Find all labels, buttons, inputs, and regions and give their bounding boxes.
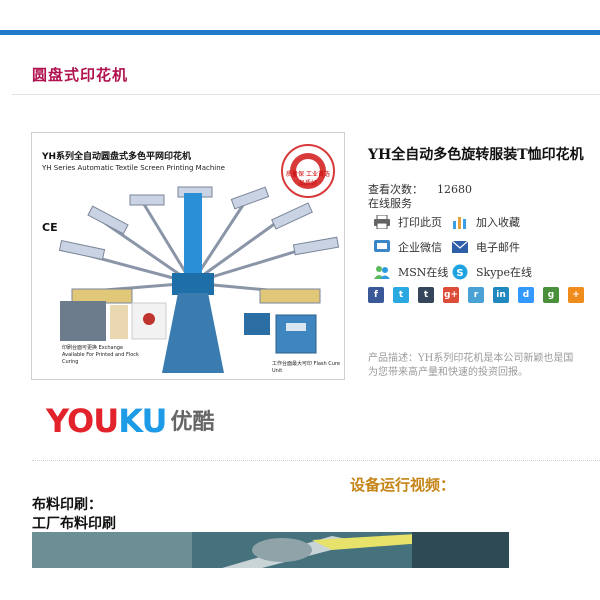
share-reddit-icon[interactable]: r (468, 287, 484, 303)
bookmark-chart-icon (453, 217, 466, 229)
youku-logo-ku: KU (118, 402, 167, 440)
product-name: YH全自动多色旋转服装T恤印花机 (368, 147, 584, 163)
description-label: 产品描述： (368, 353, 418, 364)
category-title: 圆盘式印花机 (32, 66, 129, 84)
factory-fabric-printing-label: 工厂布料印刷 (32, 516, 116, 532)
email-icon (452, 240, 468, 253)
skype-online-label: Skype在线 (476, 266, 532, 279)
print-page-label: 打印此页 (398, 216, 442, 229)
wechat-icon (374, 240, 390, 252)
skype-icon: S (452, 264, 468, 280)
section-divider (32, 460, 600, 461)
enterprise-wechat-label: 企业微信 (398, 241, 442, 254)
divider (12, 94, 600, 95)
printer-icon (374, 215, 390, 229)
video-section-heading: 设备运行视频： (350, 476, 456, 494)
print-page-link[interactable]: 打印此页 (374, 214, 442, 230)
enterprise-wechat-link[interactable]: 企业微信 (374, 239, 442, 255)
seal-slogan: 质量保 工业首选 品质好 (286, 171, 330, 187)
video-player[interactable] (32, 532, 509, 568)
msn-icon (374, 266, 390, 279)
share-bar: f t t g+ r in d g + (368, 287, 593, 303)
video-frame (32, 532, 509, 568)
share-twitter-icon[interactable]: t (393, 287, 409, 303)
fabric-printing-label: 布料印刷： (32, 497, 102, 513)
youku-logo-you: YOU (46, 402, 119, 440)
youku-logo-chinese: 优酷 (170, 410, 215, 435)
share-google-bookmark-icon[interactable]: g (543, 287, 559, 303)
share-facebook-icon[interactable]: f (368, 287, 384, 303)
product-description: 产品描述：YH系列印花机是本公司新颖也是国 为您带来高产量和快速的投资回报。 (368, 352, 573, 380)
msn-online-label: MSN在线 (398, 266, 449, 279)
share-google-plus-icon[interactable]: g+ (443, 287, 459, 303)
add-favorite-label: 加入收藏 (476, 216, 520, 229)
views-count: 12680 (437, 183, 472, 196)
msn-online-link[interactable]: MSN在线 (374, 264, 448, 280)
youku-logo[interactable]: YOUKU 优酷 (46, 402, 214, 440)
image-caption-left: 印刷台面可更换 Exchange Available For Printed a… (62, 345, 139, 365)
top-bar (0, 30, 600, 35)
svg-text:S: S (456, 268, 463, 279)
description-line-2: 为您带来高产量和快速的投资回报。 (368, 367, 528, 378)
email-label: 电子邮件 (476, 241, 520, 254)
add-favorite-link[interactable]: 加入收藏 (452, 214, 520, 230)
product-image[interactable]: YH系列全自动圆盘式多色平网印花机 YH Series Automatic Te… (31, 132, 345, 380)
share-linkedin-icon[interactable]: in (493, 287, 509, 303)
share-more-icon[interactable]: + (568, 287, 584, 303)
description-line-1: YH系列印花机是本公司新颖也是国 (418, 353, 574, 364)
share-delicious-icon[interactable]: d (518, 287, 534, 303)
skype-online-link[interactable]: S Skype在线 (452, 264, 532, 280)
image-caption-right: 工作台面最大可印 Flash Cure Unit (272, 361, 340, 374)
email-link[interactable]: 电子邮件 (452, 239, 520, 255)
online-service-label: 在线服务 (368, 197, 412, 210)
share-tumblr-icon[interactable]: t (418, 287, 434, 303)
